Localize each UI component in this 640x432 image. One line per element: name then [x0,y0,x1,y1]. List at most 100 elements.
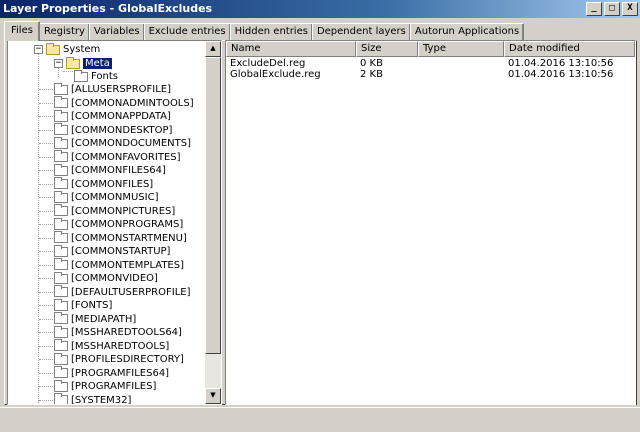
tree-node-folder[interactable]: [COMMONADMINTOOLS] [54,96,194,110]
folder-icon [54,393,68,404]
tab-variables[interactable]: Variables [88,23,145,41]
tree-node-folder[interactable]: [COMMONSTARTUP] [54,244,170,258]
file-row-size: 2 KB [360,69,383,80]
tree-node-folder[interactable]: [MEDIAPATH] [54,312,137,326]
tree-node-folder[interactable]: [COMMONSTARTMENU] [54,231,187,245]
tree-guide-line [39,197,53,198]
scroll-up-icon[interactable]: ▲ [205,41,221,57]
tree-node-label: [ALLUSERSPROFILE] [71,84,172,95]
tree-node-folder[interactable]: [FONTS] [54,298,112,312]
folder-icon [54,312,68,324]
scroll-down-icon[interactable]: ▼ [205,388,221,404]
tree-node-folder[interactable]: [DEFAULTUSERPROFILE] [54,285,191,299]
scroll-thumb[interactable] [205,57,221,354]
tree-guide-line [39,143,53,144]
window-titlebar[interactable]: Layer Properties - GlobalExcludes _ □ X [0,0,640,18]
tree-node-label: [COMMONMUSIC] [71,192,159,203]
tree-node-folder[interactable]: [MSSHAREDTOOLS] [54,339,169,353]
maximize-button[interactable]: □ [604,2,620,16]
tree-guide-line [39,291,53,293]
minimize-button[interactable]: _ [586,2,602,16]
tree-node-folder[interactable]: [PROGRAMFILES] [54,379,157,393]
tree-node-folder[interactable]: [COMMONPICTURES] [54,204,176,218]
tree-node-label: System [63,44,101,55]
tree-node-folder[interactable]: [SYSTEM32] [54,393,132,405]
tree-node-folder[interactable]: [COMMONAPPDATA] [54,109,171,123]
tree-node-label: [COMMONPICTURES] [71,205,176,217]
folder-icon [54,96,68,108]
tab-strip: Files Registry Variables Exclude entries… [4,21,525,41]
column-header-type[interactable]: Type [418,41,504,57]
tree-node-label: [COMMONPROGRAMS] [71,219,184,230]
tab-autorun-applications[interactable]: Autorun Applications [409,23,525,41]
tree-node-label: Fonts [91,71,118,82]
tab-registry[interactable]: Registry [38,23,90,41]
tree-vertical-scrollbar[interactable]: ▲ ▼ [205,41,221,404]
tree-node-folder[interactable]: [COMMONFAVORITES] [54,150,181,164]
status-bar [0,407,640,432]
tree-node-folder[interactable]: [MSSHAREDTOOLS64] [54,325,182,339]
tree-guide-line [39,89,53,90]
tree-node-folder[interactable]: [PROGRAMFILES64] [54,366,170,380]
tree-node-folder[interactable]: [COMMONMUSIC] [54,190,159,204]
tree-node-label: [COMMONDOCUMENTS] [71,138,192,149]
folder-icon [54,379,68,392]
folder-icon [54,82,68,95]
tree-node-label: [PROGRAMFILES] [71,381,157,392]
tree-node-folder[interactable]: [ALLUSERSPROFILE] [54,82,172,96]
tree-node-label-selected: Meta [82,57,113,70]
tree-node-folder[interactable]: [COMMONFILES] [54,177,153,191]
folder-tree[interactable]: − System − Meta Fonts [ALLUSERSPROFILE] [… [7,40,222,405]
folder-icon [54,258,68,270]
tree-node-label: [SYSTEM32] [71,394,132,405]
tree-node-label: [MEDIAPATH] [71,313,137,325]
tree-node-label: [COMMONADMINTOOLS] [71,97,194,109]
tab-dependent-layers[interactable]: Dependent layers [311,23,411,41]
tree-guide-line [39,399,53,401]
tree-node-meta[interactable]: − Meta [54,56,113,70]
tree-guide-line [39,224,53,225]
folder-tree-content: − System − Meta Fonts [ALLUSERSPROFILE] [… [8,41,208,405]
folder-icon [54,285,68,297]
tree-node-folder[interactable]: [COMMONPROGRAMS] [54,217,184,231]
tree-node-fonts[interactable]: Fonts [74,69,118,83]
collapse-icon[interactable]: − [34,45,43,54]
folder-icon [74,69,88,82]
tree-guide-line [39,116,53,117]
tree-node-label: [PROFILESDIRECTORY] [71,354,184,365]
tree-node-label: [COMMONDESKTOP] [71,124,173,136]
column-header-date[interactable]: Date modified [504,41,635,57]
column-header-name[interactable]: Name [226,41,356,57]
tree-node-folder[interactable]: [COMMONVIDEO] [54,271,158,285]
tab-exclude-entries[interactable]: Exclude entries [143,23,231,41]
tree-node-folder[interactable]: [COMMONFILES64] [54,163,166,177]
tab-hidden-entries[interactable]: Hidden entries [229,23,313,41]
file-row-name[interactable]: GlobalExclude.reg [230,69,321,81]
window-title: Layer Properties - GlobalExcludes [3,2,213,15]
tree-node-folder[interactable]: [COMMONTEMPLATES] [54,258,184,272]
folder-icon [54,150,68,162]
tree-node-label: [COMMONFAVORITES] [71,151,181,163]
tree-guide-line [39,264,53,266]
column-header-size[interactable]: Size [356,41,418,57]
close-button[interactable]: X [622,2,638,16]
tree-guide-line [39,183,53,185]
tab-files[interactable]: Files [4,21,40,41]
tree-guide-line [39,210,53,212]
window-controls: _ □ X [586,2,638,16]
folder-icon [54,325,68,338]
tree-guide-line [39,129,53,131]
tree-node-folder[interactable]: [COMMONDESKTOP] [54,123,173,137]
folder-icon [54,136,68,149]
tree-node-label: [COMMONAPPDATA] [71,111,171,122]
tree-node-folder[interactable]: [PROFILESDIRECTORY] [54,352,184,366]
tree-guide-line [39,102,53,104]
collapse-icon[interactable]: − [54,59,63,68]
folder-icon [54,339,68,351]
tree-guide-line [39,251,53,252]
file-list[interactable]: Name Size Type Date modified ExcludeDel.… [225,40,636,405]
tree-node-system[interactable]: − System [34,42,101,56]
folder-icon [54,204,68,216]
tree-node-label: [PROGRAMFILES64] [71,367,170,379]
tree-node-folder[interactable]: [COMMONDOCUMENTS] [54,136,192,150]
